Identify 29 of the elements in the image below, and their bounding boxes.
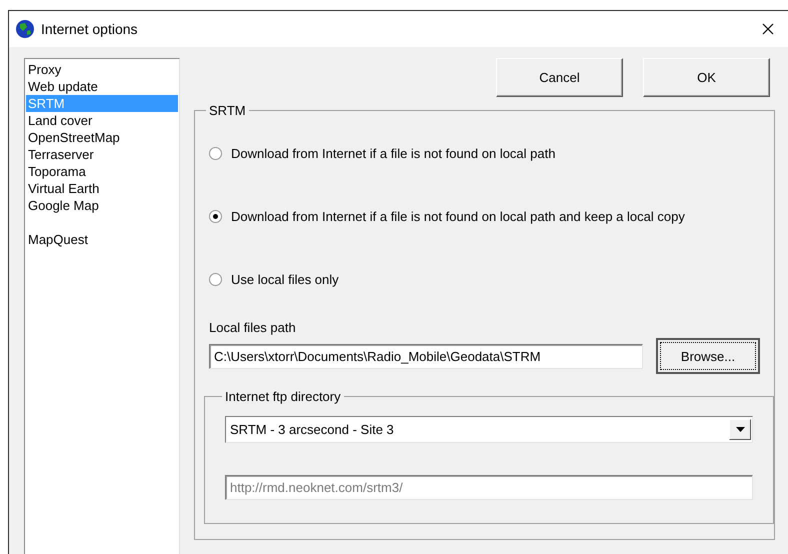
list-item[interactable]: MapQuest <box>26 231 178 248</box>
path-field[interactable]: C:\Users\xtorr\Documents\Radio_Mobile\Geodata\STRM <box>209 344 643 368</box>
field-label: Local files path <box>209 320 297 335</box>
radio-label: Download from Internet if a file is not found on local path and keep a local copy <box>231 208 685 224</box>
radio-button[interactable] <box>209 146 222 160</box>
list-item[interactable]: Google Map <box>26 197 178 214</box>
window-title: Internet options <box>41 21 139 37</box>
radio-label: Download from Internet if a file is not found on local path <box>231 146 556 160</box>
ok-button[interactable]: OK <box>643 58 770 97</box>
dropdown-button[interactable] <box>729 419 751 440</box>
ftp-dropdown[interactable]: SRTM - 3 arcsecond - Site 3 <box>225 416 753 443</box>
group-title: SRTM <box>208 103 247 118</box>
radio-label: Use local files only <box>231 272 339 286</box>
cancel-button[interactable]: Cancel <box>496 58 623 97</box>
list-item[interactable]: Toporama <box>26 163 178 180</box>
group-title: Internet ftp directory <box>224 389 342 404</box>
url-field[interactable]: http://rmd.neoknet.com/srtm3/ <box>225 475 753 500</box>
list-item[interactable]: Terraserver <box>26 146 178 163</box>
close-icon <box>762 23 774 35</box>
list-item[interactable]: Web update <box>26 78 178 95</box>
radio-button[interactable] <box>209 272 222 286</box>
list-item[interactable]: Proxy <box>26 61 178 78</box>
list-item[interactable]: Land cover <box>26 112 178 129</box>
caret-icon <box>736 427 744 432</box>
list-item[interactable]: Virtual Earth <box>26 180 178 197</box>
list-item[interactable]: OpenStreetMap <box>26 129 178 146</box>
globe-icon <box>15 19 35 39</box>
browse-button[interactable]: Browse... <box>656 338 760 374</box>
radio-button[interactable] <box>209 210 222 222</box>
